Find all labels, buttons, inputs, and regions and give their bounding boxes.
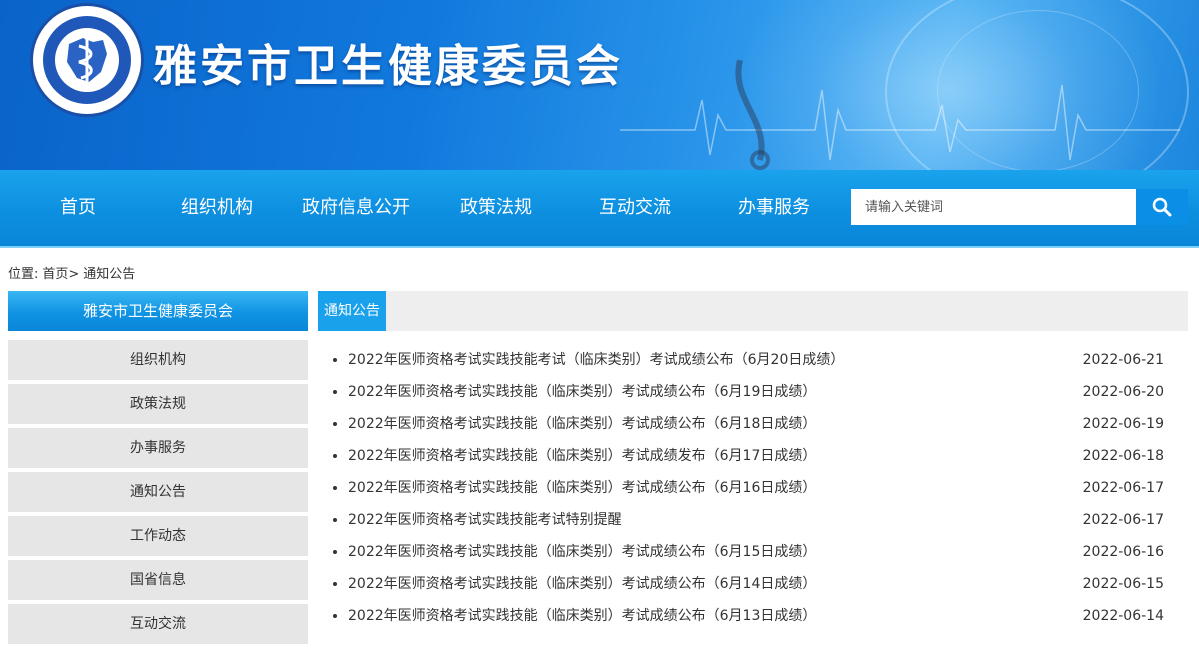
news-date: 2022-06-20 bbox=[1082, 384, 1164, 400]
news-title-link[interactable]: 2022年医师资格考试实践技能（临床类别）考试成绩发布（6月17日成绩） bbox=[348, 440, 816, 472]
ecg-line-graphic bbox=[620, 60, 1180, 170]
sidebar-item-interaction[interactable]: 互动交流 bbox=[8, 604, 308, 644]
news-item: 2022年医师资格考试实践技能（临床类别）考试成绩公布（6月14日成绩） 202… bbox=[318, 568, 1188, 600]
news-date: 2022-06-17 bbox=[1082, 480, 1164, 496]
news-title-link[interactable]: 2022年医师资格考试实践技能（临床类别）考试成绩公布（6月18日成绩） bbox=[348, 408, 816, 440]
news-title-link[interactable]: 2022年医师资格考试实践技能（临床类别）考试成绩公布（6月16日成绩） bbox=[348, 472, 816, 504]
bullet-icon bbox=[333, 614, 337, 618]
search-icon bbox=[1152, 197, 1172, 217]
caduceus-icon bbox=[67, 34, 107, 86]
bullet-icon bbox=[333, 582, 337, 586]
sidebar-item-policies[interactable]: 政策法规 bbox=[8, 384, 308, 424]
health-commission-logo[interactable] bbox=[30, 3, 144, 117]
nav-item-government-info[interactable]: 政府信息公开 bbox=[297, 194, 415, 222]
sidebar-item-services[interactable]: 办事服务 bbox=[8, 428, 308, 468]
news-date: 2022-06-17 bbox=[1082, 512, 1164, 528]
sidebar-menu: 组织机构 政策法规 办事服务 通知公告 工作动态 国省信息 互动交流 bbox=[8, 340, 308, 648]
news-item: 2022年医师资格考试实践技能（临床类别）考试成绩公布（6月19日成绩） 202… bbox=[318, 376, 1188, 408]
news-item: 2022年医师资格考试实践技能（临床类别）考试成绩公布（6月15日成绩） 202… bbox=[318, 536, 1188, 568]
nav-item-interaction[interactable]: 互动交流 bbox=[585, 194, 685, 222]
news-title-link[interactable]: 2022年医师资格考试实践技能（临床类别）考试成绩公布（6月14日成绩） bbox=[348, 568, 816, 600]
breadcrumb-current: 通知公告 bbox=[83, 267, 136, 282]
bullet-icon bbox=[333, 358, 337, 362]
section-title: 通知公告 bbox=[318, 291, 386, 331]
bullet-icon bbox=[333, 454, 337, 458]
news-list: 2022年医师资格考试实践技能考试（临床类别）考试成绩公布（6月20日成绩） 2… bbox=[318, 344, 1188, 632]
sidebar-title: 雅安市卫生健康委员会 bbox=[8, 291, 308, 331]
nav-item-home[interactable]: 首页 bbox=[38, 194, 118, 222]
news-item: 2022年医师资格考试实践技能（临床类别）考试成绩公布（6月16日成绩） 202… bbox=[318, 472, 1188, 504]
news-item: 2022年医师资格考试实践技能（临床类别）考试成绩公布（6月13日成绩） 202… bbox=[318, 600, 1188, 632]
nav-item-organization[interactable]: 组织机构 bbox=[167, 194, 267, 222]
news-item: 2022年医师资格考试实践技能考试特别提醒 2022-06-17 bbox=[318, 504, 1188, 536]
breadcrumb-home-link[interactable]: 首页> bbox=[42, 267, 79, 282]
nav-item-policies[interactable]: 政策法规 bbox=[446, 194, 546, 222]
news-date: 2022-06-18 bbox=[1082, 448, 1164, 464]
news-date: 2022-06-21 bbox=[1082, 352, 1164, 368]
sidebar-item-organization[interactable]: 组织机构 bbox=[8, 340, 308, 380]
news-date: 2022-06-14 bbox=[1082, 608, 1164, 624]
breadcrumb: 位置: 首页> 通知公告 bbox=[8, 263, 139, 282]
search-button[interactable] bbox=[1136, 189, 1188, 225]
news-title-link[interactable]: 2022年医师资格考试实践技能（临床类别）考试成绩公布（6月19日成绩） bbox=[348, 376, 816, 408]
news-item: 2022年医师资格考试实践技能考试（临床类别）考试成绩公布（6月20日成绩） 2… bbox=[318, 344, 1188, 376]
bullet-icon bbox=[333, 390, 337, 394]
site-title: 雅安市卫生健康委员会 bbox=[153, 41, 623, 92]
news-title-link[interactable]: 2022年医师资格考试实践技能考试特别提醒 bbox=[348, 504, 622, 536]
bullet-icon bbox=[333, 486, 337, 490]
bullet-icon bbox=[333, 422, 337, 426]
sidebar-item-work-news[interactable]: 工作动态 bbox=[8, 516, 308, 556]
news-date: 2022-06-16 bbox=[1082, 544, 1164, 560]
news-title-link[interactable]: 2022年医师资格考试实践技能（临床类别）考试成绩公布（6月13日成绩） bbox=[348, 600, 816, 632]
news-item: 2022年医师资格考试实践技能（临床类别）考试成绩公布（6月18日成绩） 202… bbox=[318, 408, 1188, 440]
news-date: 2022-06-19 bbox=[1082, 416, 1164, 432]
bullet-icon bbox=[333, 550, 337, 554]
bullet-icon bbox=[333, 518, 337, 522]
news-title-link[interactable]: 2022年医师资格考试实践技能考试（临床类别）考试成绩公布（6月20日成绩） bbox=[348, 344, 844, 376]
header-banner: 雅安市卫生健康委员会 bbox=[0, 0, 1199, 170]
section-header: 通知公告 bbox=[318, 291, 1188, 331]
breadcrumb-prefix: 位置: bbox=[8, 267, 39, 282]
main-nav: 首页 组织机构 政府信息公开 政策法规 互动交流 办事服务 bbox=[0, 170, 1199, 248]
search-input[interactable] bbox=[851, 189, 1136, 225]
news-title-link[interactable]: 2022年医师资格考试实践技能（临床类别）考试成绩公布（6月15日成绩） bbox=[348, 536, 816, 568]
nav-item-services[interactable]: 办事服务 bbox=[724, 194, 824, 222]
news-date: 2022-06-15 bbox=[1082, 576, 1164, 592]
news-item: 2022年医师资格考试实践技能（临床类别）考试成绩发布（6月17日成绩） 202… bbox=[318, 440, 1188, 472]
sidebar-item-notices[interactable]: 通知公告 bbox=[8, 472, 308, 512]
sidebar-item-national-provincial[interactable]: 国省信息 bbox=[8, 560, 308, 600]
